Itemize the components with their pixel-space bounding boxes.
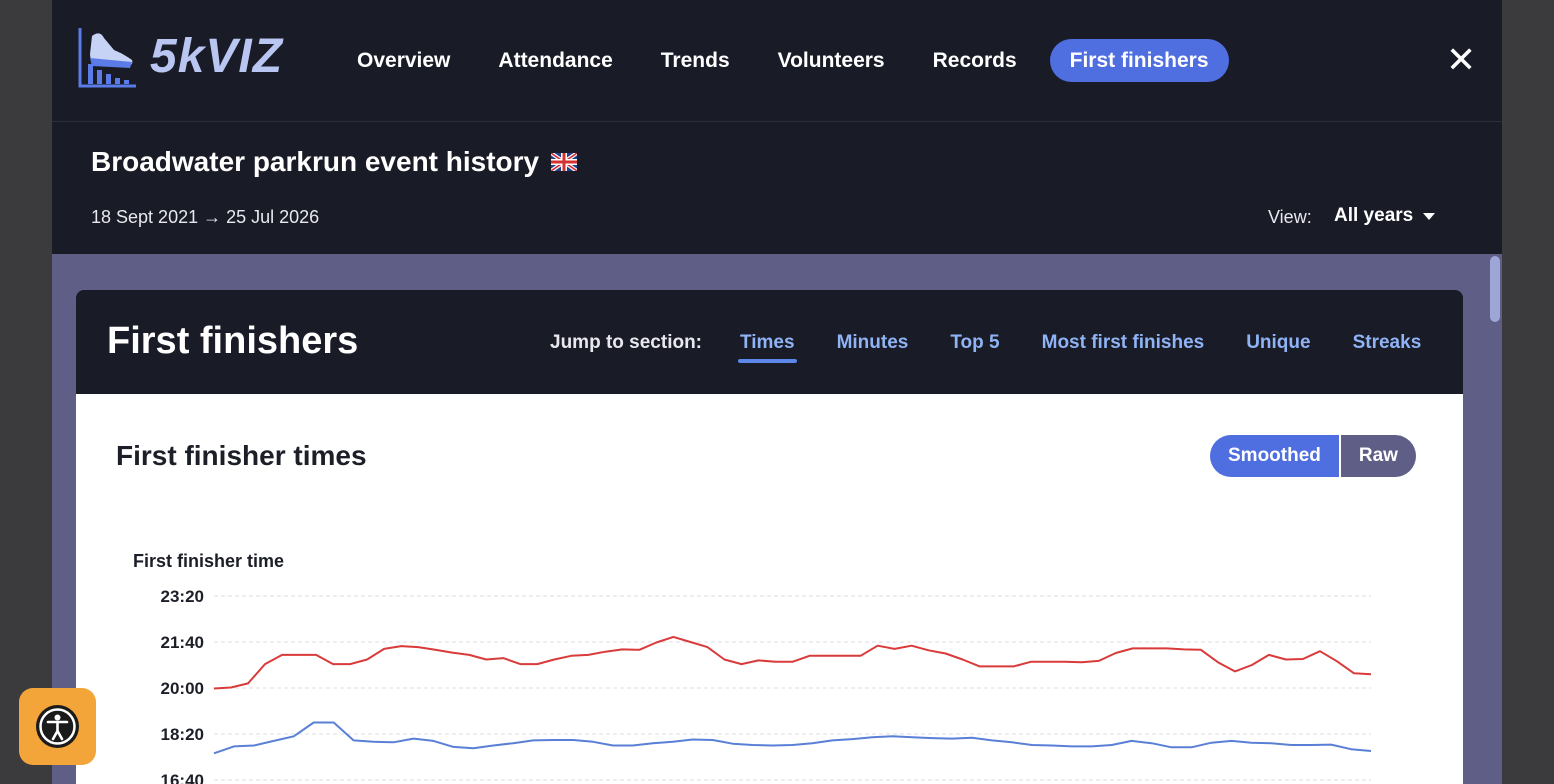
card-title: First finisher times — [116, 440, 367, 471]
top-navigation-bar: 5kVIZ Overview Attendance Trends Volunte… — [52, 0, 1502, 122]
chart-svg: First finisher time 23:20 21:40 20:00 18:20… — [133, 551, 1372, 784]
accessibility-icon — [36, 705, 79, 748]
event-title: Broadwater parkrun event history — [91, 146, 540, 177]
series-line-1 — [213, 721, 1372, 755]
section-header: First finishers Jump to section: Times M… — [76, 290, 1463, 394]
backdrop-right — [1502, 0, 1554, 784]
y-tick-label: 18:20 — [161, 725, 204, 744]
nav-volunteers[interactable]: Volunteers — [763, 39, 900, 82]
running-shoe-chart-icon — [78, 28, 136, 88]
backdrop-left — [0, 0, 52, 784]
nav-attendance[interactable]: Attendance — [483, 39, 627, 82]
chevron-down-icon — [1423, 212, 1436, 220]
event-title-row: Broadwater parkrun event history — [91, 146, 578, 178]
jump-to-section-label: Jump to section: — [550, 332, 703, 353]
smoothed-button[interactable]: Smoothed — [1210, 435, 1339, 477]
jump-link-minutes[interactable]: Minutes — [837, 332, 909, 354]
jump-links: Times Minutes Top 5 Most first finishes … — [738, 332, 1463, 363]
nav-records[interactable]: Records — [918, 39, 1032, 82]
uk-flag-icon — [551, 153, 578, 171]
first-finisher-times-chart: First finisher time 23:20 21:40 20:00 18:20… — [76, 544, 1463, 784]
event-header: Broadwater parkrun event history 18 Sept… — [52, 122, 1502, 254]
view-dropdown[interactable]: All years — [1334, 205, 1436, 227]
view-label: View: — [1268, 207, 1312, 227]
smoothing-toggle: Smoothed Raw — [1210, 435, 1416, 477]
event-date-range: 18 Sept 2021 → 25 Jul 2026 — [91, 207, 320, 227]
raw-button[interactable]: Raw — [1340, 435, 1416, 477]
view-dropdown-value: All years — [1334, 205, 1414, 226]
y-tick-label: 21:40 — [161, 633, 204, 652]
y-tick-label: 23:20 — [161, 587, 204, 606]
app-logo[interactable]: 5kVIZ — [76, 24, 283, 88]
app-name: 5kVIZ — [150, 29, 284, 83]
jump-link-times[interactable]: Times — [738, 332, 797, 363]
nav-first-finishers[interactable]: First finishers — [1049, 39, 1229, 82]
nav-overview[interactable]: Overview — [342, 39, 465, 82]
y-tick-label: 20:00 — [161, 679, 204, 698]
close-icon[interactable]: ✕ — [1446, 42, 1476, 78]
jump-link-unique[interactable]: Unique — [1246, 332, 1310, 354]
chart-ylabel: First finisher time — [133, 551, 284, 571]
main-content: First finishers Jump to section: Times M… — [52, 254, 1502, 784]
main-nav: Overview Attendance Trends Volunteers Re… — [342, 39, 1247, 82]
nav-trends[interactable]: Trends — [646, 39, 745, 82]
scrollbar-thumb[interactable] — [1490, 256, 1500, 322]
section-title: First finishers — [107, 320, 359, 362]
y-tick-label: 16:40 — [161, 771, 204, 784]
scrollbar[interactable] — [1488, 254, 1502, 784]
jump-link-streaks[interactable]: Streaks — [1353, 332, 1422, 354]
accessibility-button[interactable] — [19, 688, 96, 765]
series-line-0 — [213, 635, 1372, 690]
first-finisher-times-card: First finisher times Smoothed Raw First … — [76, 394, 1463, 784]
jump-link-top-5[interactable]: Top 5 — [950, 332, 999, 354]
jump-link-most-first-finishes[interactable]: Most first finishes — [1042, 332, 1205, 354]
